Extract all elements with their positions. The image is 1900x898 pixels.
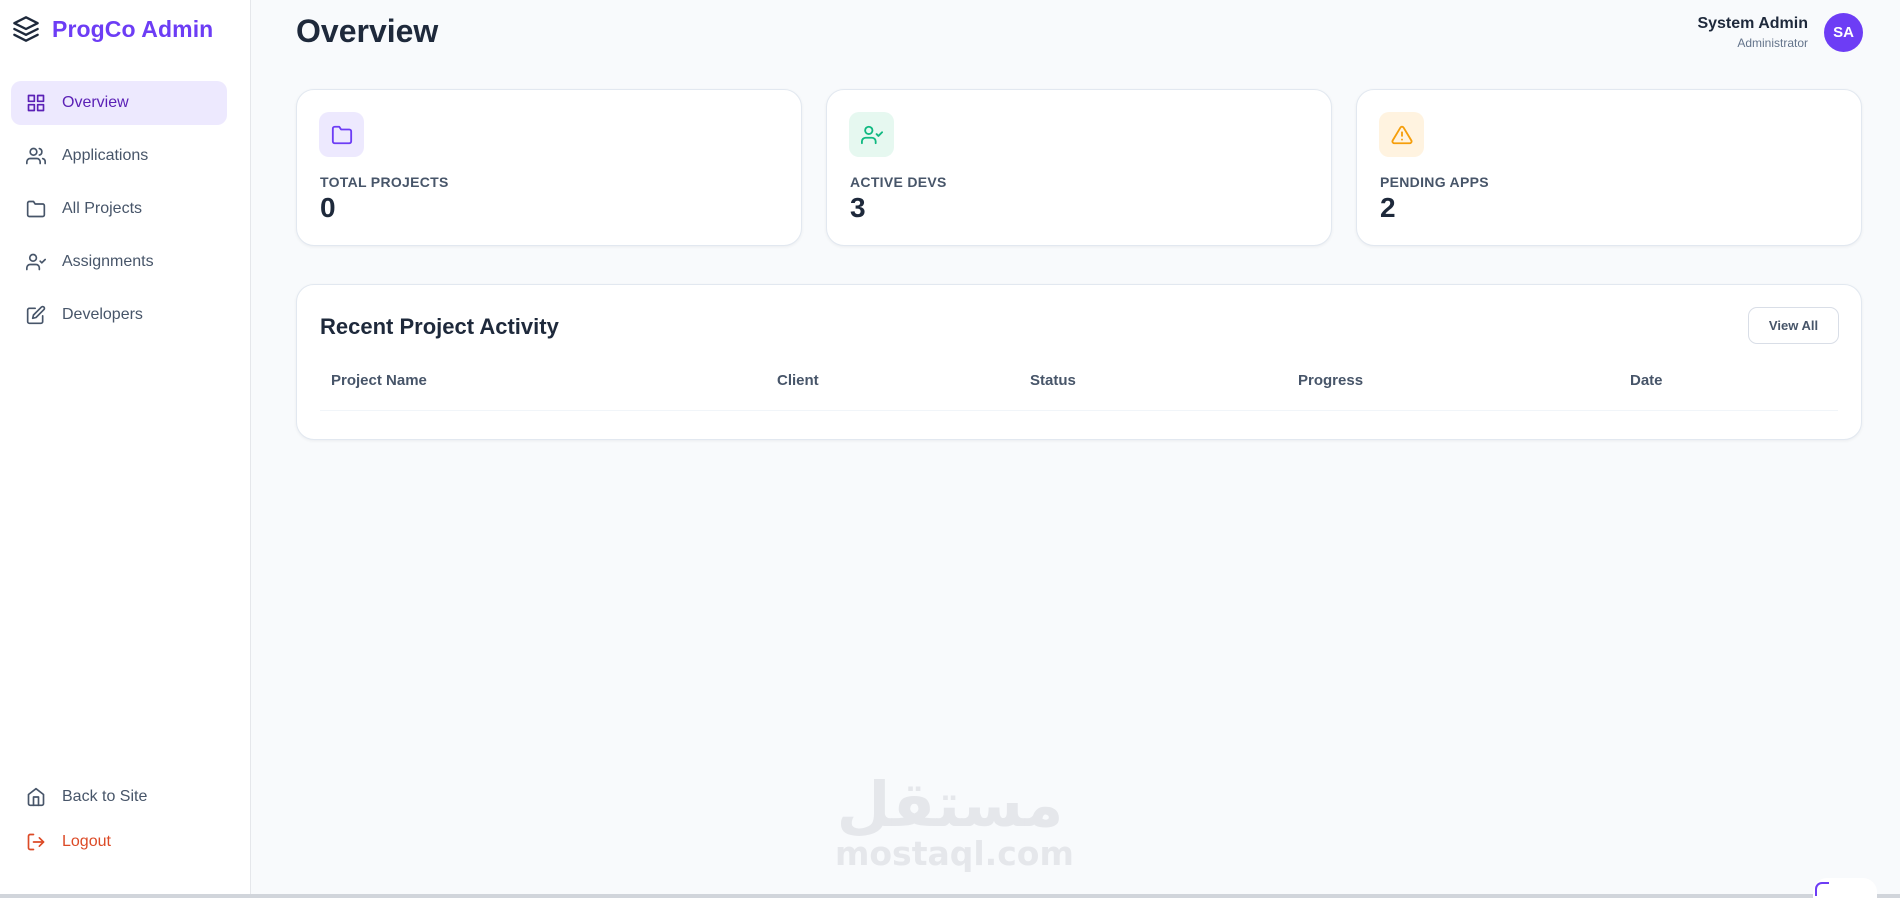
recent-activity-panel: Recent Project Activity View All Project… xyxy=(296,284,1862,440)
layers-icon xyxy=(13,16,39,42)
alert-triangle-icon xyxy=(1391,125,1412,144)
stat-value: 0 xyxy=(320,192,336,223)
section-title: Recent Project Activity xyxy=(320,314,559,339)
sidebar-item-label: Developers xyxy=(62,306,143,323)
sidebar-item-label: Logout xyxy=(62,833,111,850)
watermark-latin: mostaql.com xyxy=(835,834,1074,873)
floating-widget[interactable] xyxy=(1813,878,1877,898)
avatar[interactable]: SA xyxy=(1824,13,1863,52)
sidebar-item-label: Applications xyxy=(62,147,149,164)
sidebar-nav: Overview Applications All Projects Assig… xyxy=(11,81,227,346)
main-content: Overview System Admin Administrator SA T… xyxy=(251,0,1900,894)
logout-icon xyxy=(27,833,45,851)
sidebar-item-label: Assignments xyxy=(62,253,154,270)
sidebar-item-overview[interactable]: Overview xyxy=(11,81,227,125)
home-icon xyxy=(27,787,45,807)
edit-icon xyxy=(26,305,46,325)
watermark-arabic: مستقل xyxy=(836,768,1064,841)
user-role: Administrator xyxy=(1737,36,1808,50)
user-info: System Admin Administrator xyxy=(1697,15,1808,50)
sidebar-item-all-projects[interactable]: All Projects xyxy=(11,187,227,231)
column-header-client[interactable]: Client xyxy=(777,371,819,391)
folder-icon xyxy=(26,200,46,218)
sidebar-bottom-nav: Back to Site Logout xyxy=(11,775,227,865)
window-bottom-edge xyxy=(0,894,1900,898)
sidebar: ProgCo Admin Overview Applications All P… xyxy=(0,0,251,894)
page-title: Overview xyxy=(296,13,439,49)
user-check-icon xyxy=(860,125,883,144)
sidebar-item-label: Overview xyxy=(62,94,129,111)
column-header-progress[interactable]: Progress xyxy=(1298,371,1363,391)
stat-card-active-devs: ACTIVE DEVS 3 xyxy=(826,89,1332,246)
stat-value: 2 xyxy=(1380,192,1396,223)
sidebar-item-developers[interactable]: Developers xyxy=(11,293,227,337)
sidebar-item-applications[interactable]: Applications xyxy=(11,134,227,178)
stat-icon-wrap xyxy=(1379,112,1424,157)
column-header-status[interactable]: Status xyxy=(1030,371,1076,391)
user-menu[interactable]: System Admin Administrator SA xyxy=(1697,13,1863,52)
column-header-project-name[interactable]: Project Name xyxy=(331,371,427,391)
stat-card-pending-apps: PENDING APPS 2 xyxy=(1356,89,1862,246)
users-icon xyxy=(26,147,46,165)
stat-icon-wrap xyxy=(849,112,894,157)
grid-icon xyxy=(27,94,45,112)
stat-label: ACTIVE DEVS xyxy=(850,174,947,190)
brand-name: ProgCo Admin xyxy=(52,15,214,42)
user-check-icon xyxy=(26,253,46,271)
stat-label: TOTAL PROJECTS xyxy=(320,174,449,190)
sidebar-item-label: All Projects xyxy=(62,200,143,217)
stat-icon-wrap xyxy=(319,112,364,157)
folder-icon xyxy=(331,125,352,144)
stat-label: PENDING APPS xyxy=(1380,174,1489,190)
column-header-date[interactable]: Date xyxy=(1630,371,1663,391)
stat-value: 3 xyxy=(850,192,866,223)
stat-card-total-projects: TOTAL PROJECTS 0 xyxy=(296,89,802,246)
logout-button[interactable]: Logout xyxy=(11,820,227,864)
user-name: System Admin xyxy=(1697,15,1808,32)
stats-cards: TOTAL PROJECTS 0 ACTIVE DEVS 3 PENDING A… xyxy=(296,89,1862,246)
table-header: Project Name Client Status Progress Date xyxy=(320,371,1838,411)
sidebar-item-assignments[interactable]: Assignments xyxy=(11,240,227,284)
sidebar-item-label: Back to Site xyxy=(62,788,148,805)
brand-logo[interactable]: ProgCo Admin xyxy=(12,12,213,46)
back-to-site-link[interactable]: Back to Site xyxy=(11,775,227,819)
view-all-button[interactable]: View All xyxy=(1748,307,1839,344)
watermark: مستقل mostaql.com xyxy=(835,768,1074,873)
